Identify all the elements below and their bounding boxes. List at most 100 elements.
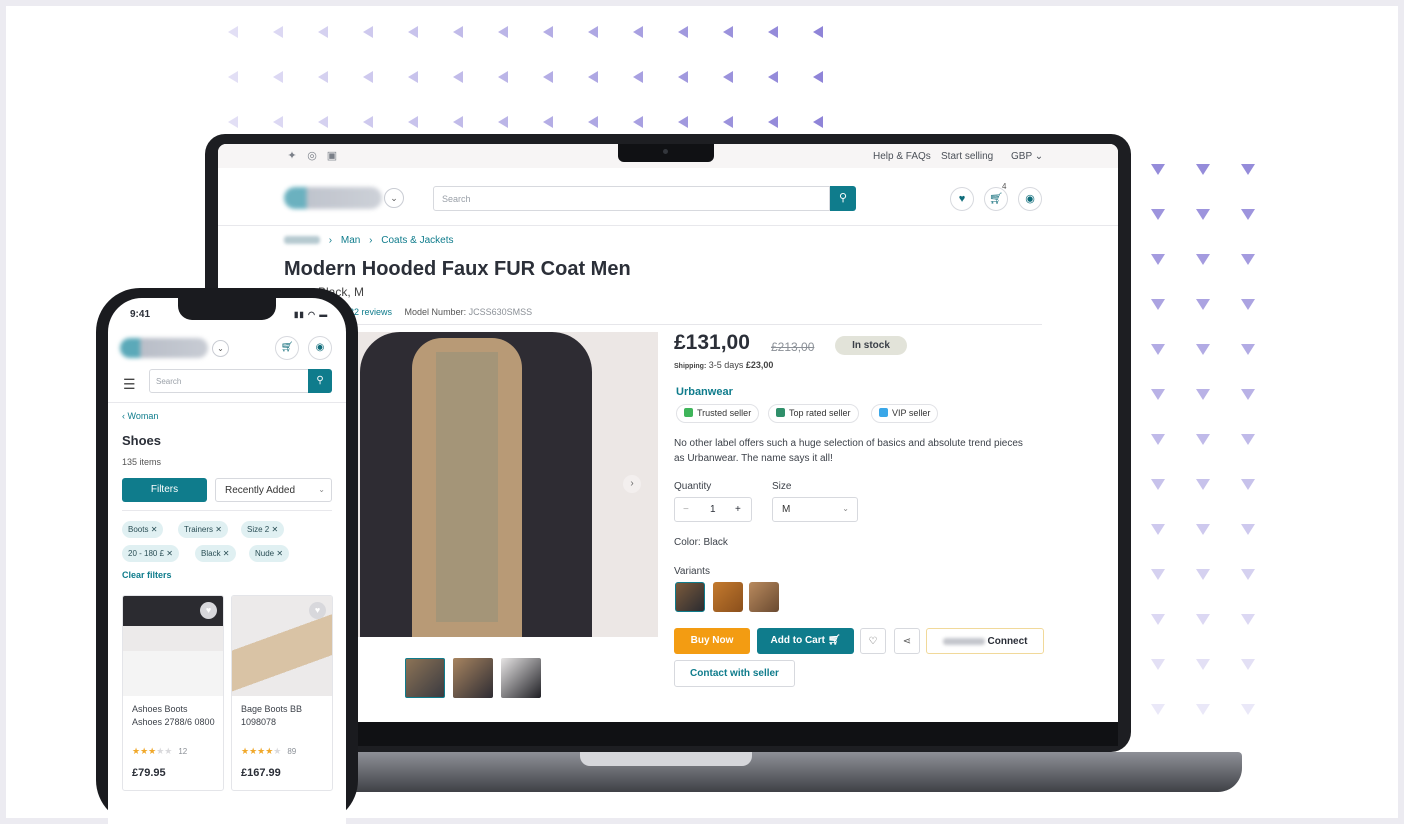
search-input[interactable]: Search [433,186,830,211]
rating: ★★★★★ 89 [241,746,297,756]
minus-icon[interactable]: − [683,504,689,515]
menu-icon[interactable]: ☰ [123,376,136,393]
decor-triangle [1151,344,1165,355]
currency-select[interactable]: GBP ⌄ [1011,151,1043,162]
facebook-icon[interactable]: ▣ [326,150,338,162]
variant-3[interactable] [749,582,779,612]
product-card[interactable]: ♥ Ashoes Boots Ashoes 2788/6 0800 ★★★★★ 1… [122,595,224,791]
top-rated-badge: Top rated seller [768,404,859,423]
start-selling-link[interactable]: Start selling [941,151,993,162]
connect-button[interactable]: Connect [926,628,1044,654]
chevron-down-icon[interactable]: ⌄ [384,188,404,208]
decor-triangle [1196,344,1210,355]
decor-triangle [813,71,823,83]
wishlist-button[interactable]: ♡ [860,628,886,654]
add-to-cart-button[interactable]: Add to Cart 🛒︎ [757,628,854,654]
decor-triangle [1196,254,1210,265]
filter-chip[interactable]: Trainers ✕ [178,521,228,538]
quantity-stepper[interactable]: − 1 + [674,497,752,522]
cart-icon: 🛒︎ [280,342,294,353]
decor-triangle [1151,299,1165,310]
chevron-down-icon[interactable]: ⌄ [212,340,229,357]
decor-triangle [723,71,733,83]
product-image[interactable]: › [352,332,658,637]
cart-button[interactable]: 🛒︎ [275,336,299,360]
heart-icon[interactable]: ♥ [200,602,217,619]
breadcrumb-home[interactable] [284,236,320,245]
site-header: ⌄ Search ⚲ ♥ 🛒︎ 4 ◉ [218,168,1118,226]
search-icon: ⚲ [316,375,324,386]
page-title: Shoes [122,433,162,448]
variant-1[interactable] [675,582,705,612]
thumbnail-1[interactable] [405,658,445,698]
plus-icon[interactable]: + [735,504,741,515]
size-select[interactable]: M ⌄ [772,497,858,522]
product-card[interactable]: ♥ Bage Boots BB 1098078 ★★★★★ 89 £167.99 [231,595,333,791]
decor-triangle [543,116,553,128]
logo[interactable] [284,187,382,209]
account-button[interactable]: ◉ [1018,187,1042,211]
clear-filters-link[interactable]: Clear filters [122,570,172,580]
chevron-left-icon: ‹ [122,411,125,421]
filter-chip[interactable]: Boots ✕ [122,521,164,538]
laptop-hinge-notch [580,752,752,766]
account-button[interactable]: ◉ [308,336,332,360]
status-time: 9:41 [130,309,151,320]
filter-chip[interactable]: Nude ✕ [249,545,290,562]
model-number: JCSS630SMSS [468,307,533,317]
wishlist-button[interactable]: ♥ [950,187,974,211]
help-link[interactable]: Help & FAQs [873,151,931,162]
breadcrumb: › Man › Coats & Jackets [284,235,460,246]
status-icons: ▮▮ ◠ ▬ [294,310,329,319]
contact-seller-button[interactable]: Contact with seller [674,660,795,687]
decor-triangle [1196,614,1210,625]
decor-triangle [1151,704,1165,715]
thumbnail-3[interactable] [501,658,541,698]
shipping-info: Shipping: 3-5 days £23,00 [674,360,774,370]
chevron-right-icon[interactable]: › [623,475,641,493]
filters-button[interactable]: Filters [122,478,207,502]
variants-label: Variants [674,566,710,577]
variant-2[interactable] [713,582,743,612]
product-description: No other label offers such a huge select… [674,438,1023,464]
back-link[interactable]: ‹ Woman [122,411,158,421]
thumbnail-2[interactable] [453,658,493,698]
decor-triangle [498,26,508,38]
decor-triangle [273,71,283,83]
search-button[interactable]: ⚲ [830,186,856,211]
decor-triangle [453,116,463,128]
decor-triangle [1241,164,1255,175]
buy-now-button[interactable]: Buy Now [674,628,750,654]
search-button[interactable]: ⚲ [308,369,332,393]
sort-select[interactable]: Recently Added ⌄ [215,478,332,502]
filter-chip[interactable]: Size 2 ✕ [241,521,285,538]
share-button[interactable]: ⋖ [894,628,920,654]
decor-triangle [1196,659,1210,670]
decor-triangle [1151,569,1165,580]
decor-triangle [1151,164,1165,175]
decor-triangle [678,116,688,128]
instagram-icon[interactable]: ◎ [306,150,318,162]
product-title: Modern Hooded Faux FUR Coat Men [284,258,631,280]
decor-triangle [1151,659,1165,670]
breadcrumb-man[interactable]: Man [341,235,360,246]
decor-triangle [1241,614,1255,625]
cart-icon: 🛒︎ [989,193,1003,205]
decor-triangle [678,71,688,83]
decor-triangle [318,26,328,38]
search-input[interactable]: Search [149,369,309,393]
seller-link[interactable]: Urbanwear [676,386,733,398]
decor-triangle [1151,209,1165,220]
share-icon: ⋖ [902,636,912,647]
decor-triangle [1196,569,1210,580]
decor-triangle [1241,389,1255,400]
decor-triangle [1241,569,1255,580]
heart-icon[interactable]: ♥ [309,602,326,619]
decor-triangle [318,71,328,83]
filter-chip[interactable]: 20 - 180 £ ✕ [122,545,179,562]
filter-chip[interactable]: Black ✕ [195,545,236,562]
twitter-icon[interactable]: ✦ [286,150,298,162]
decor-triangle [633,116,643,128]
logo[interactable] [120,338,208,358]
breadcrumb-coats[interactable]: Coats & Jackets [381,235,453,246]
